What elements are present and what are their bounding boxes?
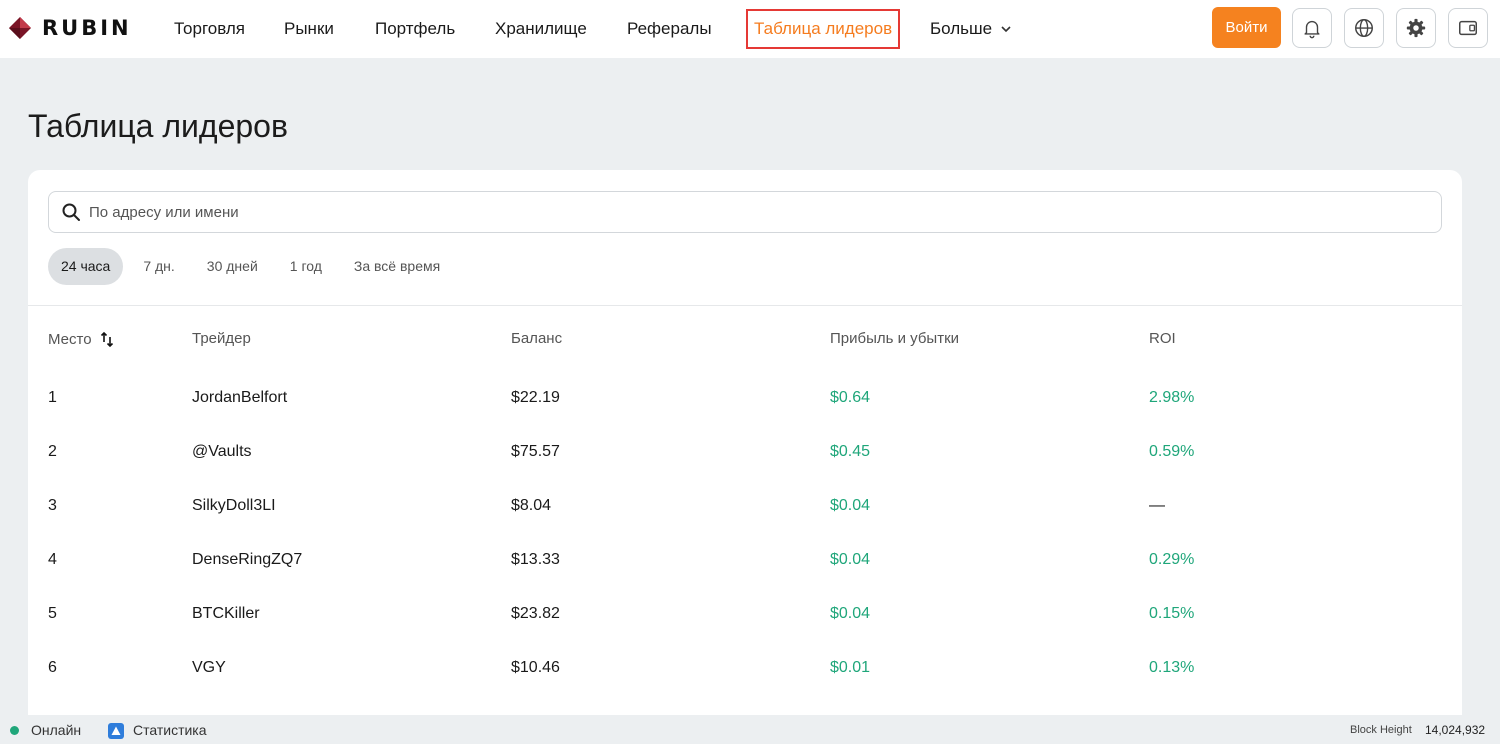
- language-button[interactable]: [1344, 8, 1384, 48]
- nav-more-label: Больше: [930, 19, 993, 38]
- rank-cell: 4: [48, 551, 57, 568]
- brand-name: RUBIN: [42, 16, 132, 40]
- nav-item-portfolio[interactable]: Портфель: [375, 17, 455, 41]
- nav-item-more[interactable]: Больше: [930, 17, 1012, 41]
- rank-cell: 2: [48, 443, 57, 460]
- pnl-cell: $0.04: [830, 605, 871, 622]
- rubin-logo-icon: [9, 17, 31, 39]
- globe-icon: [1355, 19, 1373, 37]
- column-header-trader: Трейдер: [192, 330, 251, 347]
- block-height-label: Block Height: [1350, 724, 1412, 736]
- roi-cell: 0.15%: [1149, 605, 1195, 622]
- search-input[interactable]: [89, 203, 1389, 221]
- pnl-cell: $0.64: [830, 389, 871, 406]
- column-header-balance: Баланс: [511, 330, 563, 347]
- notifications-button[interactable]: [1292, 8, 1332, 48]
- table-row[interactable]: 4 DenseRingZQ7 $13.33 $0.04 0.29%: [28, 533, 1462, 587]
- period-24h[interactable]: 24 часа: [48, 248, 124, 285]
- balance-cell: $75.57: [511, 443, 560, 460]
- page-title: Таблица лидеров: [28, 108, 288, 144]
- chevron-down-icon: [1001, 26, 1011, 33]
- roi-cell: 2.98%: [1149, 389, 1195, 406]
- rank-header-label: Место: [48, 330, 92, 348]
- table-row[interactable]: 2 @Vaults $75.57 $0.45 0.59%: [28, 425, 1462, 479]
- period-7d[interactable]: 7 дн.: [131, 248, 186, 285]
- top-navigation: RUBIN Торговля Рынки Портфель Хранилище …: [0, 0, 1500, 58]
- rank-cell: 3: [48, 497, 57, 514]
- search-box[interactable]: [48, 191, 1442, 233]
- statistics-link[interactable]: Статистика: [133, 722, 207, 738]
- table-row[interactable]: 3 SilkyDoll3LI $8.04 $0.04 —: [28, 479, 1462, 533]
- online-status-label: Онлайн: [31, 722, 82, 738]
- search-icon: [62, 203, 80, 221]
- trader-cell[interactable]: BTCKiller: [192, 587, 260, 641]
- table-row[interactable]: 1 JordanBelfort $22.19 $0.64 2.98%: [28, 371, 1462, 425]
- column-header-rank[interactable]: Место: [48, 330, 116, 348]
- nav-item-referrals[interactable]: Рефералы: [627, 17, 712, 41]
- trader-cell[interactable]: @Vaults: [192, 425, 252, 479]
- column-header-roi: ROI: [1149, 330, 1176, 347]
- pnl-cell: $0.04: [830, 551, 871, 568]
- status-bar: Онлайн Статистика Block Height 14,024,93…: [0, 716, 1500, 744]
- nav-item-trading[interactable]: Торговля: [174, 17, 245, 41]
- nav-item-markets[interactable]: Рынки: [284, 17, 334, 41]
- online-status-icon: [10, 726, 19, 735]
- trader-cell[interactable]: VGY: [192, 641, 226, 695]
- balance-cell: $10.46: [511, 659, 560, 676]
- period-filter: 24 часа 7 дн. 30 дней 1 год За всё время: [48, 248, 460, 285]
- settings-button[interactable]: [1396, 8, 1436, 48]
- pnl-cell: $0.45: [830, 443, 871, 460]
- trader-cell[interactable]: JordanBelfort: [192, 371, 287, 425]
- balance-cell: $22.19: [511, 389, 560, 406]
- rank-cell: 1: [48, 389, 57, 406]
- trader-cell[interactable]: DenseRingZQ7: [192, 533, 302, 587]
- login-button[interactable]: Войти: [1212, 7, 1281, 48]
- rank-cell: 6: [48, 659, 57, 676]
- nav-item-vault[interactable]: Хранилище: [495, 17, 587, 41]
- sort-icon[interactable]: [98, 330, 116, 348]
- period-all-time[interactable]: За всё время: [342, 248, 452, 285]
- pnl-cell: $0.01: [830, 659, 871, 676]
- wallet-icon: [1459, 20, 1477, 36]
- bell-icon: [1304, 20, 1320, 39]
- balance-cell: $23.82: [511, 605, 560, 622]
- gear-icon: [1406, 18, 1426, 38]
- period-30d[interactable]: 30 дней: [195, 248, 270, 285]
- rank-cell: 5: [48, 605, 57, 622]
- balance-cell: $8.04: [511, 497, 552, 514]
- table-row[interactable]: 5 BTCKiller $23.82 $0.04 0.15%: [28, 587, 1462, 641]
- divider: [28, 305, 1462, 306]
- period-1y[interactable]: 1 год: [278, 248, 334, 285]
- wallet-button[interactable]: [1448, 8, 1488, 48]
- nav-item-leaderboard[interactable]: Таблица лидеров: [746, 9, 901, 49]
- roi-cell: 0.13%: [1149, 659, 1195, 676]
- trader-cell[interactable]: SilkyDoll3LI: [192, 479, 276, 533]
- statistics-icon[interactable]: [108, 723, 124, 739]
- logo[interactable]: RUBIN: [8, 15, 132, 41]
- pnl-cell: $0.04: [830, 497, 871, 514]
- roi-cell: —: [1149, 497, 1165, 514]
- roi-cell: 0.59%: [1149, 443, 1195, 460]
- table-row[interactable]: 6 VGY $10.46 $0.01 0.13%: [28, 641, 1462, 695]
- block-height-value: 14,024,932: [1425, 723, 1486, 737]
- balance-cell: $13.33: [511, 551, 560, 568]
- column-header-pnl: Прибыль и убытки: [830, 330, 960, 347]
- roi-cell: 0.29%: [1149, 551, 1195, 568]
- leaderboard-card: 24 часа 7 дн. 30 дней 1 год За всё время…: [28, 170, 1462, 715]
